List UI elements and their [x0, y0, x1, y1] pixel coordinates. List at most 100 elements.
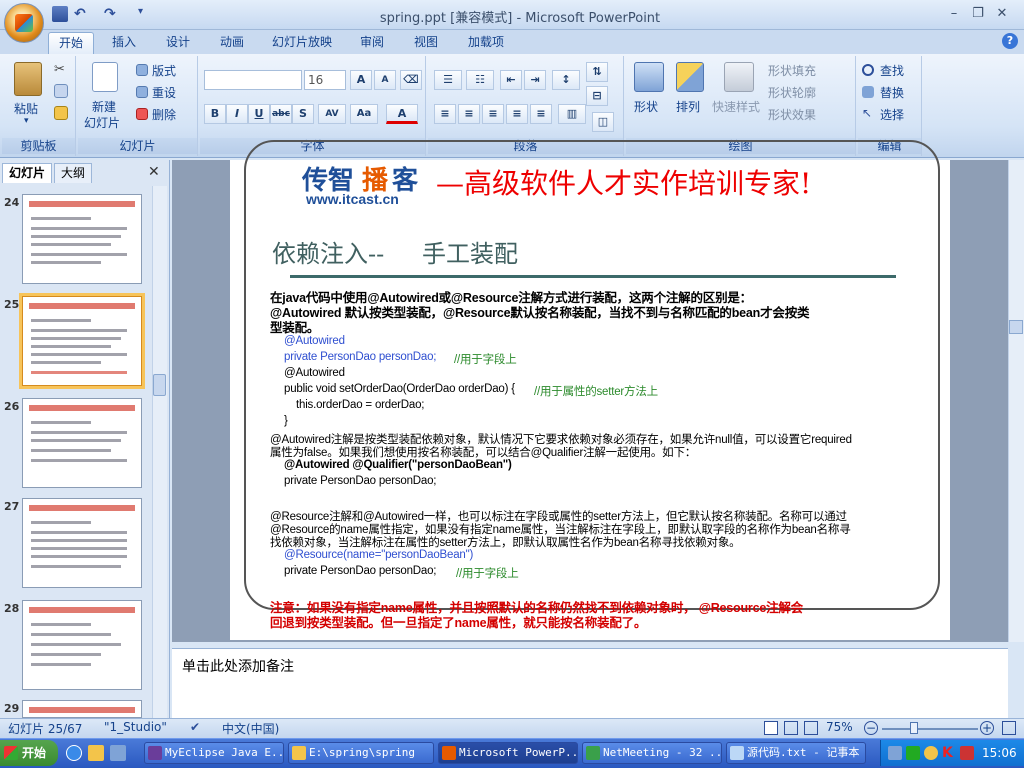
zoom-slider-thumb[interactable]: [910, 722, 918, 734]
align-center-icon[interactable]: ≡: [458, 104, 480, 124]
taskbar-item-netmeeting[interactable]: NetMeeting - 32 ...: [582, 742, 722, 764]
tab-home[interactable]: 开始: [48, 32, 94, 54]
zoom-out-icon[interactable]: −: [864, 721, 878, 735]
desktop-quicklaunch-icon[interactable]: [110, 745, 126, 761]
font-color-icon[interactable]: A: [386, 104, 418, 124]
office-button[interactable]: [4, 3, 44, 43]
quick-styles-icon[interactable]: [724, 62, 754, 92]
grow-font-icon[interactable]: A: [350, 70, 372, 90]
char-spacing-icon[interactable]: AV: [318, 104, 346, 124]
slide-thumbnail[interactable]: [22, 498, 142, 588]
underline-icon[interactable]: U: [248, 104, 270, 124]
align-right-icon[interactable]: ≡: [482, 104, 504, 124]
minimize-icon[interactable]: –: [944, 5, 964, 23]
restore-icon[interactable]: ❐: [968, 5, 988, 23]
undo-icon[interactable]: ↶: [74, 6, 90, 22]
tab-slideshow[interactable]: 幻灯片放映: [266, 32, 338, 54]
slide-sorter-icon[interactable]: [784, 721, 798, 735]
italic-icon[interactable]: I: [226, 104, 248, 124]
text-direction-icon[interactable]: ⇅: [586, 62, 608, 82]
zoom-in-icon[interactable]: +: [980, 721, 994, 735]
normal-view-icon[interactable]: [764, 721, 778, 735]
taskbar-item-notepad[interactable]: 源代码.txt - 记事本: [726, 742, 866, 764]
line-spacing-icon[interactable]: ↕: [552, 70, 580, 90]
shape-effects-button[interactable]: 形状效果: [768, 106, 816, 123]
slide-thumbnail[interactable]: [22, 700, 142, 718]
new-slide-icon[interactable]: [92, 62, 118, 92]
customize-qat-icon[interactable]: ▾: [138, 6, 154, 22]
tab-addins[interactable]: 加载项: [460, 32, 512, 54]
smartart-icon[interactable]: ◫: [592, 112, 614, 132]
select-button[interactable]: 选择: [880, 106, 904, 123]
copy-icon[interactable]: [54, 84, 68, 98]
folder-quicklaunch-icon[interactable]: [88, 745, 104, 761]
slide-thumbnail[interactable]: [22, 398, 142, 488]
distributed-icon[interactable]: ≡: [530, 104, 552, 124]
slide-thumbnail[interactable]: [22, 194, 142, 284]
font-name-combo[interactable]: [204, 70, 302, 90]
format-painter-icon[interactable]: [54, 106, 68, 120]
ie-icon[interactable]: [66, 745, 82, 761]
tab-slides[interactable]: 幻灯片: [2, 163, 53, 183]
arrange-button[interactable]: 排列: [676, 98, 700, 115]
align-left-icon[interactable]: ≡: [434, 104, 456, 124]
new-slide-label[interactable]: 幻灯片: [84, 114, 120, 131]
tray-icon-red[interactable]: [960, 746, 974, 760]
panel-scroll-thumb[interactable]: [153, 374, 166, 396]
shrink-font-icon[interactable]: A: [374, 70, 396, 90]
quick-styles-button[interactable]: 快速样式: [712, 98, 760, 115]
tray-icon-green[interactable]: [906, 746, 920, 760]
slide-thumbnail[interactable]: [22, 600, 142, 690]
redo-icon[interactable]: ↷: [104, 6, 120, 22]
notes-placeholder[interactable]: 单击此处添加备注: [182, 656, 294, 676]
shapes-icon[interactable]: [634, 62, 664, 92]
tab-review[interactable]: 审阅: [352, 32, 392, 54]
tray-icon-globe[interactable]: [924, 746, 938, 760]
tab-insert[interactable]: 插入: [104, 32, 144, 54]
arrange-icon[interactable]: [676, 62, 704, 92]
zoom-slider-track[interactable]: [882, 728, 978, 730]
panel-scrollbar[interactable]: [152, 186, 167, 720]
bullets-icon[interactable]: ☰: [434, 70, 462, 90]
slide-scroll-thumb[interactable]: [1009, 320, 1023, 334]
replace-button[interactable]: 替换: [880, 84, 904, 101]
shadow-icon[interactable]: S: [292, 104, 314, 124]
tab-design[interactable]: 设计: [158, 32, 198, 54]
shape-outline-button[interactable]: 形状轮廓: [768, 84, 816, 101]
strikethrough-icon[interactable]: abc: [270, 104, 292, 124]
close-icon[interactable]: ✕: [992, 5, 1012, 23]
tab-view[interactable]: 视图: [406, 32, 446, 54]
find-button[interactable]: 查找: [880, 62, 904, 79]
help-icon[interactable]: ?: [1002, 33, 1018, 49]
taskbar-item-myeclipse[interactable]: MyEclipse Java E...: [144, 742, 284, 764]
shape-fill-button[interactable]: 形状填充: [768, 62, 816, 79]
change-case-icon[interactable]: Aa: [350, 104, 378, 124]
zoom-level[interactable]: 75%: [826, 720, 853, 734]
columns-icon[interactable]: ▥: [558, 104, 586, 124]
numbering-icon[interactable]: ☷: [466, 70, 494, 90]
clear-format-icon[interactable]: ⌫: [400, 70, 422, 90]
taskbar-item-explorer[interactable]: E:\spring\spring: [288, 742, 434, 764]
paste-button[interactable]: 粘贴: [14, 100, 38, 117]
spellcheck-icon[interactable]: ✔: [190, 720, 200, 734]
layout-button[interactable]: 版式: [152, 62, 176, 79]
delete-button[interactable]: 删除: [152, 106, 176, 123]
panel-close-icon[interactable]: ✕: [148, 164, 160, 180]
slide-scrollbar[interactable]: [1008, 160, 1024, 642]
tab-outline[interactable]: 大纲: [54, 163, 93, 183]
align-text-icon[interactable]: ⊟: [586, 86, 608, 106]
increase-indent-icon[interactable]: ⇥: [524, 70, 546, 90]
cut-icon[interactable]: ✂: [54, 62, 68, 77]
slideshow-view-icon[interactable]: [804, 721, 818, 735]
paste-icon[interactable]: [14, 62, 42, 96]
save-icon[interactable]: [52, 6, 68, 22]
tray-icon-network[interactable]: [888, 746, 902, 760]
new-slide-button[interactable]: 新建: [92, 98, 116, 115]
shapes-button[interactable]: 形状: [634, 98, 658, 115]
notes-pane[interactable]: [172, 648, 1008, 718]
tray-icon-k[interactable]: K: [942, 745, 953, 761]
decrease-indent-icon[interactable]: ⇤: [500, 70, 522, 90]
bold-icon[interactable]: B: [204, 104, 226, 124]
taskbar-item-powerpoint[interactable]: Microsoft PowerP...: [438, 742, 578, 764]
justify-icon[interactable]: ≡: [506, 104, 528, 124]
